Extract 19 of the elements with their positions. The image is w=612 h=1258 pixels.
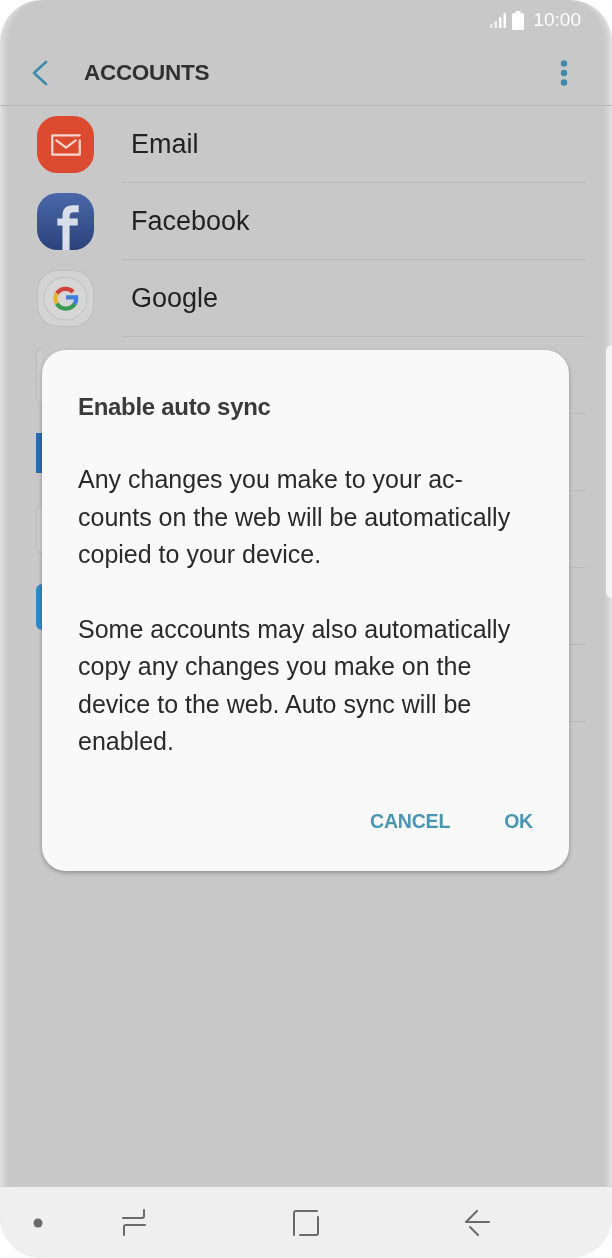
dialog-message: Any changes you make to your ac- counts on the web will be automatically copied to your device. <box>78 464 511 570</box>
back-arrow-icon[interactable] <box>464 1209 490 1236</box>
partial-tile-icon <box>36 347 42 404</box>
battery-icon <box>512 10 525 30</box>
dialog-title: Enable auto sync <box>78 392 271 422</box>
google-icon <box>37 270 94 327</box>
account-label[interactable]: Google <box>131 282 219 314</box>
dialog-message: Some accounts may also automatically copy any changes you make on the device to the web. Auto sync will be enabled. <box>78 613 511 757</box>
dot-icon[interactable] <box>33 1217 43 1228</box>
envelope-icon <box>37 116 94 173</box>
facebook-icon <box>37 193 94 250</box>
partial-tile-icon <box>36 432 42 473</box>
account-label[interactable]: Facebook <box>131 205 250 237</box>
signal-icon <box>490 12 508 28</box>
home-icon[interactable] <box>293 1209 319 1236</box>
recent-apps-icon[interactable] <box>122 1209 146 1236</box>
account-label[interactable]: Email <box>131 128 199 160</box>
edge-panel-handle[interactable] <box>606 345 612 598</box>
page-title: ACCOUNTS <box>84 59 210 86</box>
